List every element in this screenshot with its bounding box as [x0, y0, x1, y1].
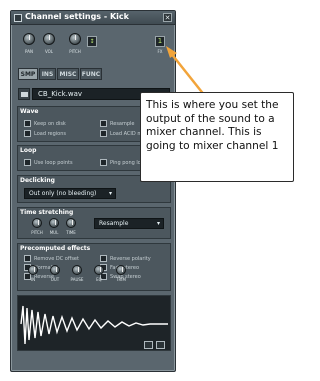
pc-in-label: IN [30, 277, 36, 282]
declicking-value: Out only (no bleeding) [29, 190, 97, 197]
pan-knob[interactable] [23, 33, 35, 45]
loop-section-title: Loop [20, 147, 37, 154]
pan-label: PAN [25, 49, 33, 54]
reverse-polarity-label: Reverse polarity [110, 256, 151, 262]
keep-on-disk-label: Keep on disk [34, 121, 66, 127]
pitch-knob[interactable] [69, 33, 81, 45]
pc-eq-label: EQ [96, 277, 102, 282]
sample-file-name: CB_Kick.wav [38, 90, 83, 98]
annotation-callout: This is where you set the output of the … [140, 92, 294, 182]
tab-misc[interactable]: MISC [57, 68, 79, 80]
use-loop-points-label: Use loop points [34, 160, 73, 166]
volume-knob[interactable] [43, 33, 55, 45]
sample-zoom-button[interactable] [144, 341, 153, 349]
sample-edit-button[interactable] [156, 341, 165, 349]
ts-mul-label: MUL [49, 230, 59, 235]
pc-eq-knob[interactable] [94, 265, 104, 275]
time-stretch-mode-select[interactable]: Resample ▾ [94, 218, 164, 229]
range-icon[interactable]: ↕ [87, 36, 97, 47]
pc-out-knob[interactable] [50, 265, 60, 275]
use-loop-points-checkbox[interactable] [24, 159, 31, 166]
mixer-track-selector[interactable]: 1 [155, 36, 165, 47]
pc-trim-knob[interactable] [116, 265, 126, 275]
volume-label: VOL [44, 49, 54, 54]
folder-icon[interactable] [18, 88, 30, 100]
chevron-down-icon: ▾ [156, 220, 160, 227]
pitch-label: PITCH [69, 49, 81, 54]
time-stretch-mode-value: Resample [99, 220, 129, 227]
ts-time-label: TIME [66, 230, 76, 235]
ping-pong-loop-checkbox[interactable] [100, 159, 107, 166]
precomputed-knob-row: IN OUT PAUSE EQ TRIM [16, 265, 166, 285]
mixer-track-label: FX [157, 49, 163, 54]
pc-pause-label: PAUSE [70, 277, 84, 282]
waveform-display[interactable] [17, 295, 171, 351]
declicking-select[interactable]: Out only (no bleeding) ▾ [24, 188, 116, 199]
ts-time-knob[interactable] [66, 218, 76, 228]
tab-func[interactable]: FUNC [80, 68, 102, 80]
resample-label: Resample [110, 121, 135, 127]
precomputed-effects-title: Precomputed effects [20, 245, 91, 252]
channel-settings-window: Channel settings - Kick ✕ PAN VOL PITCH … [10, 10, 176, 372]
remove-dc-offset-checkbox[interactable] [24, 255, 31, 262]
pc-pause-knob[interactable] [72, 265, 82, 275]
top-knob-row: PAN VOL PITCH ↕ 1 FX [11, 27, 175, 69]
pc-out-label: OUT [50, 277, 60, 282]
tab-ins[interactable]: INS [39, 68, 56, 80]
time-stretching-title: Time stretching [20, 209, 74, 216]
resample-checkbox[interactable] [100, 120, 107, 127]
pc-in-knob[interactable] [28, 265, 38, 275]
wave-section-title: Wave [20, 108, 39, 115]
close-button[interactable]: ✕ [163, 13, 172, 22]
pc-trim-label: TRIM [116, 277, 126, 282]
ts-mul-knob[interactable] [49, 218, 59, 228]
title-bar[interactable]: Channel settings - Kick ✕ [11, 11, 175, 25]
load-regions-label: Load regions [34, 131, 67, 137]
window-title: Channel settings - Kick [25, 12, 129, 21]
ts-pitch-knob[interactable] [32, 218, 42, 228]
declicking-title: Declicking [20, 177, 55, 184]
tab-smp[interactable]: SMP [18, 68, 38, 80]
reverse-polarity-checkbox[interactable] [100, 255, 107, 262]
load-acid-markers-checkbox[interactable] [100, 130, 107, 137]
ts-pitch-label: PITCH [31, 230, 43, 235]
window-icon [14, 14, 22, 22]
remove-dc-offset-label: Remove DC offset [34, 256, 79, 262]
keep-on-disk-checkbox[interactable] [24, 120, 31, 127]
chevron-down-icon: ▾ [108, 190, 112, 197]
time-stretching-section: Time stretching PITCH MUL TIME Resample … [17, 207, 171, 239]
load-regions-checkbox[interactable] [24, 130, 31, 137]
